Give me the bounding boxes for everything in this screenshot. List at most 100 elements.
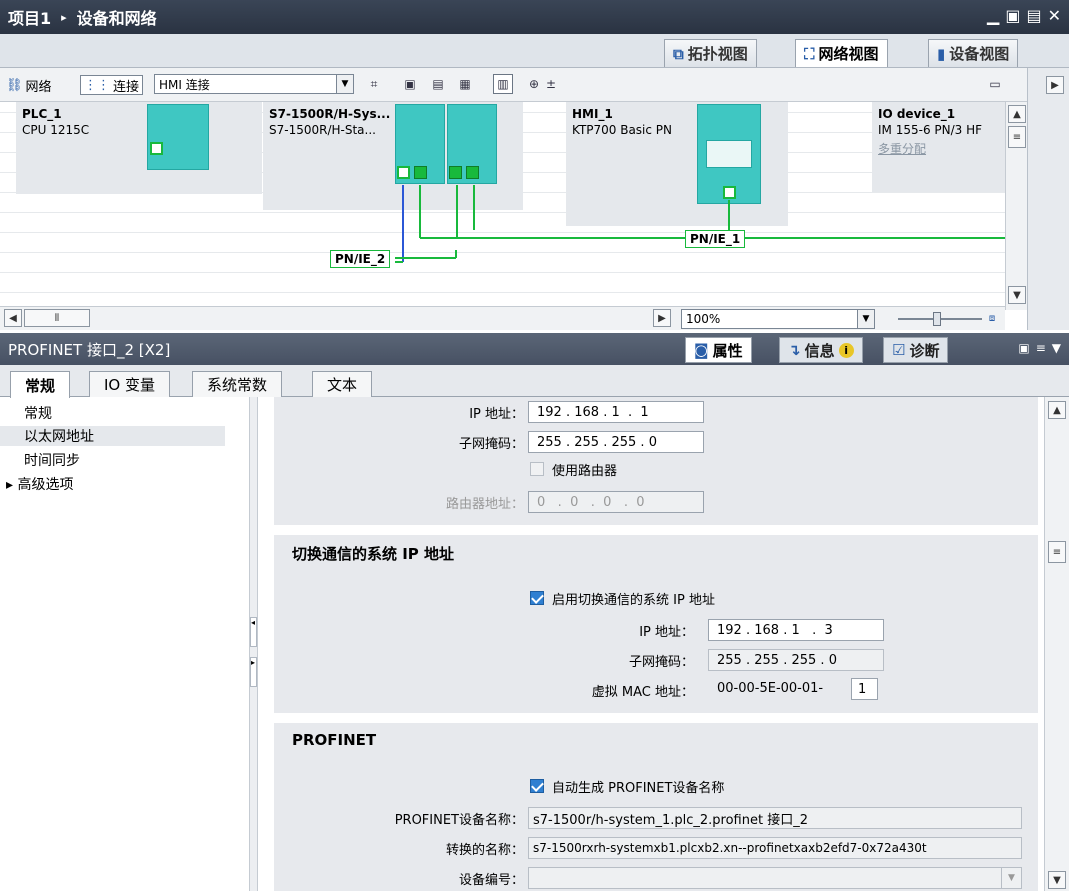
profinet-name-field: s7-1500r/h-system_1.plc_2.profinet 接口_2 — [528, 807, 1022, 829]
tab-label: 属性 — [712, 341, 743, 360]
inspector-title: PROFINET 接口_2 [X2] — [8, 341, 171, 359]
scroll-left-icon[interactable]: ◀ — [4, 309, 22, 327]
device-number-label: 设备编号： — [458, 873, 524, 888]
profinet-name-label: PROFINET设备名称： — [394, 813, 524, 828]
connect-button[interactable]: ⋮⋮ 连接 — [80, 75, 144, 95]
scroll-down-icon[interactable]: ▼ — [1008, 286, 1026, 304]
canvas-vertical-scrollbar[interactable]: ▲ ≡ ▼ — [1005, 102, 1027, 310]
minimize-icon[interactable]: ▁ — [987, 6, 999, 25]
canvas-horizontal-scrollbar[interactable]: ◀ ⦀ ▶ 100% ▼ ⧈ — [0, 306, 1005, 330]
scroll-up-icon[interactable]: ▲ — [1008, 105, 1026, 123]
enable-switchover-ip-checkbox[interactable] — [530, 591, 544, 605]
profinet-section: PROFINET 自动生成 PROFINET设备名称 PROFINET设备名称：… — [274, 723, 1038, 891]
tab-topology-view[interactable]: ⧉ 拓扑视图 — [664, 39, 757, 67]
ip-address-field[interactable]: 192 . 168 . 1 . 1 — [528, 401, 704, 423]
tab-label: 网络视图 — [818, 45, 879, 63]
network-canvas[interactable]: PLC_1 CPU 1215C S7-1500R/H-Sys... S7-150… — [0, 102, 1005, 306]
zoom-icon[interactable]: ⊕ — [524, 74, 544, 94]
connect-icon: ⋮⋮ — [84, 77, 110, 93]
properties-content: IP 地址： 192 . 168 . 1 . 1 子网掩码： 255 . 255… — [258, 397, 1044, 891]
ip-label: IP 地址： — [639, 625, 694, 640]
zoom-value: 100% — [686, 312, 721, 326]
network-mode-icon: ⛓ — [6, 77, 23, 93]
network-label: 网络 — [25, 79, 52, 95]
auto-generate-name-label: 自动生成 PROFINET设备名称 — [552, 781, 725, 796]
tab-info[interactable]: ↴ 信息 i — [779, 337, 863, 363]
chevron-down-icon[interactable]: ▼ — [336, 75, 353, 93]
nav-item-general[interactable]: 常规 — [24, 403, 52, 423]
property-nav-tree: 常规 以太网地址 时间同步 ▸ 高级选项 — [0, 397, 250, 891]
inspector-header: PROFINET 接口_2 [X2] ◙ 属性 ↴ 信息 i ☑ 诊断 ▣ ≡ … — [0, 333, 1069, 365]
connection-type-select[interactable]: HMI 连接 ▼ — [154, 74, 354, 94]
zoom-select[interactable]: 100% ▼ — [681, 309, 875, 329]
chevron-down-icon: ▼ — [1001, 868, 1021, 888]
tab-texts[interactable]: 文本 — [312, 371, 373, 397]
network-label-pn-ie-2[interactable]: PN/IE_2 — [330, 250, 391, 268]
scroll-thumb[interactable]: ≡ — [1048, 541, 1066, 563]
property-tabs: 常规 IO 变量 系统常数 文本 — [0, 365, 1069, 398]
converted-name-field: s7-1500rxrh-systemxb1.plcxb2.xn--profine… — [528, 837, 1022, 859]
zoom-slider-thumb[interactable] — [933, 312, 941, 326]
nav-item-time-sync[interactable]: 时间同步 — [24, 450, 80, 470]
title-bar: 项目1 ▸ 设备和网络 — [0, 0, 1069, 34]
restore-icon[interactable]: ▣ — [1018, 341, 1029, 355]
maximize-icon[interactable]: ▤ — [1026, 6, 1041, 25]
tab-device-view[interactable]: ▮ 设备视图 — [928, 39, 1019, 67]
tab-label: 诊断 — [909, 341, 940, 360]
chevron-down-icon[interactable]: ▼ — [1052, 341, 1061, 355]
mac-suffix-field[interactable]: 1 — [851, 678, 878, 700]
info-badge-icon: i — [838, 342, 854, 358]
tab-io-tags[interactable]: IO 变量 — [89, 371, 170, 397]
grid-icon[interactable]: ▦ — [455, 74, 475, 94]
subnet-mask-label: 子网掩码： — [628, 655, 694, 670]
table-icon[interactable]: ▥ — [493, 74, 513, 94]
page-title: 设备和网络 — [76, 9, 157, 28]
network-button[interactable]: ⛓ 网络 — [6, 75, 52, 95]
nav-item-advanced-options[interactable]: ▸ 高级选项 — [6, 474, 73, 494]
scroll-up-icon[interactable]: ▲ — [1048, 401, 1066, 419]
collapse-left-icon[interactable]: ◂ — [250, 617, 257, 647]
scroll-thumb[interactable]: ≡ — [1008, 126, 1026, 148]
connect-label: 连接 — [113, 79, 140, 95]
expand-panel-icon[interactable]: ▶ — [1046, 76, 1064, 94]
properties-vertical-scrollbar[interactable]: ▲ ≡ ▼ — [1044, 397, 1069, 891]
auto-generate-name-checkbox[interactable] — [530, 779, 544, 793]
network-overview-icon[interactable]: ▣ — [400, 74, 420, 94]
nav-item-ethernet-addresses[interactable]: 以太网地址 — [0, 426, 225, 446]
name-icon[interactable]: ⌗ — [364, 74, 384, 94]
switchover-ip-section: 切换通信的系统 IP 地址 启用切换通信的系统 IP 地址 IP 地址： 192… — [274, 535, 1038, 713]
network-toolbar: ⛓ 网络 ⋮⋮ 连接 HMI 连接 ▼ ⌗ ▣ ▤ ▦ ▥ ⊕ ± ▭ — [0, 68, 1069, 102]
tab-system-constants[interactable]: 系统常数 — [192, 371, 283, 397]
inspector-controls: ▣ ≡ ▼ — [1018, 341, 1061, 355]
network-label-pn-ie-1[interactable]: PN/IE_1 — [685, 230, 746, 248]
device-number-select: ▼ — [528, 867, 1022, 889]
overview-icon[interactable]: ⧈ — [983, 309, 1001, 327]
project-name: 项目1 — [8, 9, 52, 28]
restore-icon[interactable]: ▣ — [1005, 6, 1020, 25]
topology-icon: ⧉ — [673, 44, 684, 63]
use-router-checkbox[interactable] — [530, 462, 544, 476]
scroll-right-icon[interactable]: ▶ — [653, 309, 671, 327]
properties-icon[interactable]: ▭ — [985, 74, 1005, 94]
tab-network-view[interactable]: ⛶ 网络视图 — [795, 39, 888, 67]
scroll-thumb[interactable]: ⦀ — [24, 309, 90, 327]
device-icon[interactable]: ▤ — [428, 74, 448, 94]
breadcrumb-separator: ▸ — [61, 10, 67, 24]
scroll-down-icon[interactable]: ▼ — [1048, 871, 1066, 889]
subnet-mask-field[interactable]: 255 . 255 . 255 . 0 — [528, 431, 704, 453]
panel-splitter[interactable]: ◂ ▸ — [250, 397, 258, 891]
expand-right-icon[interactable]: ▸ — [250, 657, 257, 687]
converted-name-label: 转换的名称： — [445, 843, 524, 858]
tab-properties[interactable]: ◙ 属性 — [685, 337, 752, 363]
subnet-mask-label: 子网掩码： — [458, 437, 524, 452]
chevron-down-icon[interactable]: ▼ — [857, 310, 874, 328]
zoom-dropdown-icon[interactable]: ± — [544, 74, 558, 94]
tab-diagnostics[interactable]: ☑ 诊断 — [883, 337, 949, 363]
switchover-ip-field[interactable]: 192 . 168 . 1 . 3 — [708, 619, 884, 641]
close-icon[interactable]: ✕ — [1048, 6, 1061, 25]
layout-icon[interactable]: ≡ — [1036, 341, 1046, 355]
tab-label: 设备视图 — [949, 45, 1010, 63]
task-card-strip: ▶ — [1027, 68, 1069, 330]
window-controls: ▁ ▣ ▤ ✕ — [987, 6, 1061, 25]
tab-general[interactable]: 常规 — [10, 371, 71, 398]
